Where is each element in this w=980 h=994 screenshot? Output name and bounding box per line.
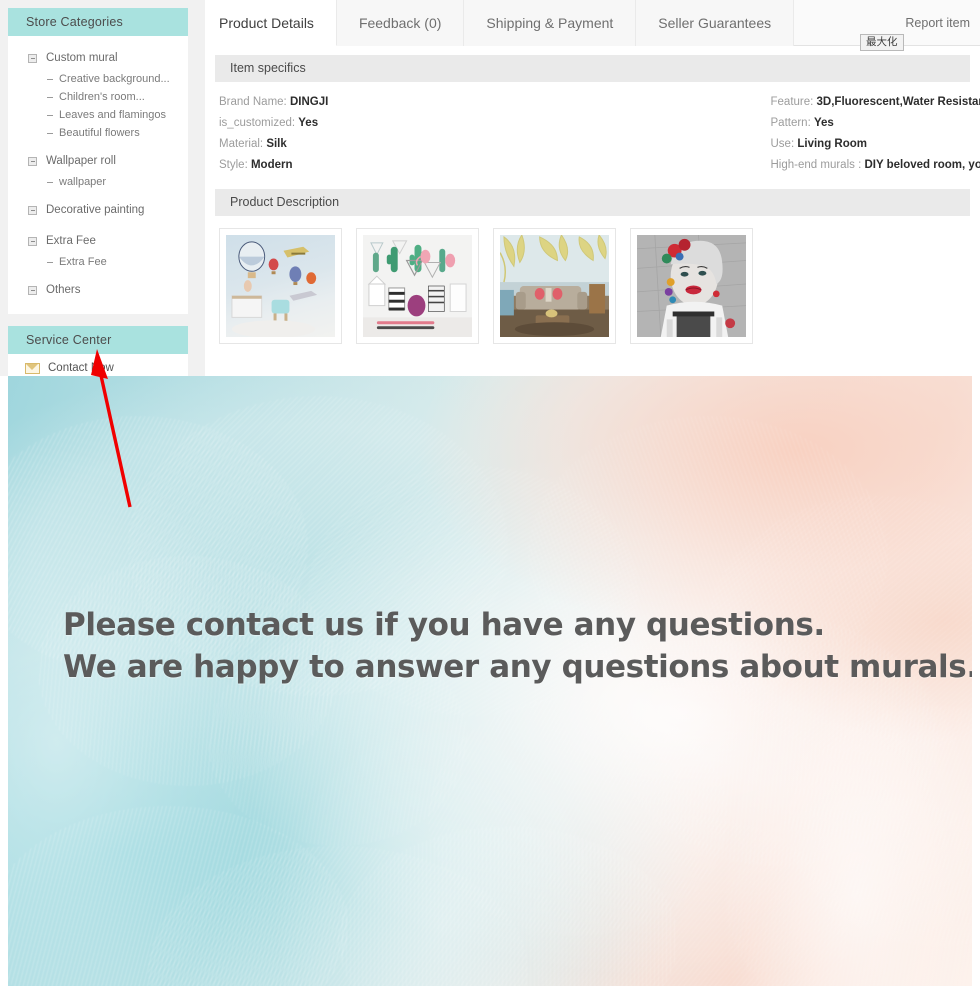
category-label: Wallpaper roll <box>46 155 116 167</box>
category-child[interactable]: Children's room... <box>8 88 188 106</box>
banner-message: Please contact us if you have any questi… <box>63 604 972 688</box>
spec-row: High-end murals : DIY beloved room, you … <box>771 155 980 176</box>
thumbnail-item[interactable] <box>219 228 342 344</box>
tab-seller-guarantees[interactable]: Seller Guarantees <box>636 0 795 46</box>
spec-value: DIY beloved room, you will be the best d… <box>864 159 980 171</box>
spec-value: Living Room <box>797 138 867 150</box>
spec-key: Style: <box>219 159 248 171</box>
spec-value: Silk <box>266 138 287 150</box>
dash-icon <box>47 181 53 183</box>
category-child[interactable]: Leaves and flamingos <box>8 106 188 124</box>
category-child-label: Creative background... <box>59 73 170 85</box>
item-specifics-header: Item specifics <box>215 55 970 82</box>
category-child[interactable]: Beautiful flowers <box>8 124 188 142</box>
spec-key: Feature: <box>770 96 814 108</box>
store-categories-panel: Store Categories Custom mural Creative ba… <box>8 8 188 314</box>
product-description-thumbnails <box>205 216 980 344</box>
category-root-custom-mural[interactable]: Custom mural <box>8 46 188 70</box>
category-child[interactable]: Extra Fee <box>8 253 188 271</box>
contact-now-label: Contact Now <box>48 362 114 374</box>
spec-key: Material: <box>219 138 264 150</box>
spec-value: Modern <box>250 159 293 171</box>
item-specifics-right-column: Feature: 3D,Fluorescent,Water Resistant,… <box>593 92 980 176</box>
main-panel: Product Details Feedback (0) Shipping & Pa… <box>205 0 980 376</box>
spec-key: High-end murals : <box>770 159 862 171</box>
category-label: Decorative painting <box>46 204 145 216</box>
category-child-label: Children's room... <box>59 91 145 103</box>
banner-line-1: Please contact us if you have any questi… <box>63 607 825 643</box>
spec-value: 3D,Fluorescent,Water Resistant,Mildew Re… <box>816 96 980 108</box>
store-product-page: Store Categories Custom mural Creative ba… <box>0 0 980 994</box>
category-label: Others <box>46 284 81 296</box>
item-specifics-left-column: Brand Name: DINGJI is_customized: Yes Mate… <box>205 92 593 176</box>
spec-row: Use: Living Room <box>771 134 980 155</box>
category-label: Custom mural <box>46 52 118 64</box>
tab-shipping-payment[interactable]: Shipping & Payment <box>464 0 637 46</box>
dash-icon <box>47 78 53 80</box>
spec-row: Feature: 3D,Fluorescent,Water Resistant,… <box>771 92 980 113</box>
item-specifics-table: Brand Name: DINGJI is_customized: Yes Mate… <box>205 82 980 180</box>
category-child[interactable]: wallpaper <box>8 173 188 191</box>
category-root-decorative-painting[interactable]: Decorative painting <box>8 198 188 222</box>
palm-leaf-living-room-mural <box>500 235 609 337</box>
maximize-tooltip-badge: 最大化 <box>860 34 904 51</box>
tree-toggle-icon[interactable] <box>28 205 37 215</box>
spec-row: Style: Modern <box>219 155 593 176</box>
tree-toggle-icon[interactable] <box>28 285 37 295</box>
marilyn-monroe-portrait-mural <box>637 235 746 337</box>
envelope-icon <box>25 362 40 374</box>
store-categories-title: Store Categories <box>8 8 188 36</box>
dash-icon <box>47 132 53 134</box>
banner-line-2: We are happy to answer any questions abo… <box>63 649 972 685</box>
category-spacer <box>8 191 188 198</box>
spec-value: DINGJI <box>289 96 329 108</box>
top-content-area: Store Categories Custom mural Creative ba… <box>0 0 980 382</box>
category-child-label: wallpaper <box>59 176 107 188</box>
spec-key: Pattern: <box>770 117 811 129</box>
hot-air-balloon-kids-room-mural <box>226 235 335 337</box>
cactus-scandinavian-mural <box>363 235 472 337</box>
spec-row: Brand Name: DINGJI <box>219 92 593 113</box>
spec-row: Material: Silk <box>219 134 593 155</box>
category-spacer <box>8 271 188 278</box>
service-center-panel: Service Center Contact Now <box>8 326 188 382</box>
service-center-title: Service Center <box>8 326 188 354</box>
product-description-header: Product Description <box>215 189 970 216</box>
category-child-label: Beautiful flowers <box>59 127 140 139</box>
category-root-wallpaper-roll[interactable]: Wallpaper roll <box>8 149 188 173</box>
spec-key: is_customized: <box>219 117 296 129</box>
report-item-link[interactable]: Report item <box>905 0 970 46</box>
category-child-label: Extra Fee <box>59 256 107 268</box>
spec-key: Use: <box>770 138 795 150</box>
tab-product-details[interactable]: Product Details <box>205 0 337 46</box>
spec-value: Yes <box>813 117 834 129</box>
promotional-banner: Please contact us if you have any questi… <box>8 376 972 986</box>
dash-icon <box>47 96 53 98</box>
spec-value: Yes <box>298 117 319 129</box>
tab-feedback-0[interactable]: Feedback (0) <box>336 0 465 46</box>
category-spacer <box>8 142 188 149</box>
category-child[interactable]: Creative background... <box>8 70 188 88</box>
category-root-others[interactable]: Others <box>8 278 188 302</box>
category-spacer <box>8 222 188 229</box>
thumbnail-item[interactable] <box>356 228 479 344</box>
dash-icon <box>47 261 53 263</box>
category-root-extra-fee[interactable]: Extra Fee <box>8 229 188 253</box>
spec-key: Brand Name: <box>219 96 287 108</box>
category-child-label: Leaves and flamingos <box>59 109 167 121</box>
tree-toggle-icon[interactable] <box>28 53 37 63</box>
dash-icon <box>47 114 53 116</box>
thumbnail-item[interactable] <box>493 228 616 344</box>
tree-toggle-icon[interactable] <box>28 236 37 246</box>
store-categories-list: Custom mural Creative background... Childr… <box>8 36 188 314</box>
spec-row: Pattern: Yes <box>771 113 980 134</box>
sidebar: Store Categories Custom mural Creative ba… <box>8 8 188 382</box>
category-label: Extra Fee <box>46 235 96 247</box>
thumbnail-item[interactable] <box>630 228 753 344</box>
tree-toggle-icon[interactable] <box>28 156 37 166</box>
spec-row: is_customized: Yes <box>219 113 593 134</box>
